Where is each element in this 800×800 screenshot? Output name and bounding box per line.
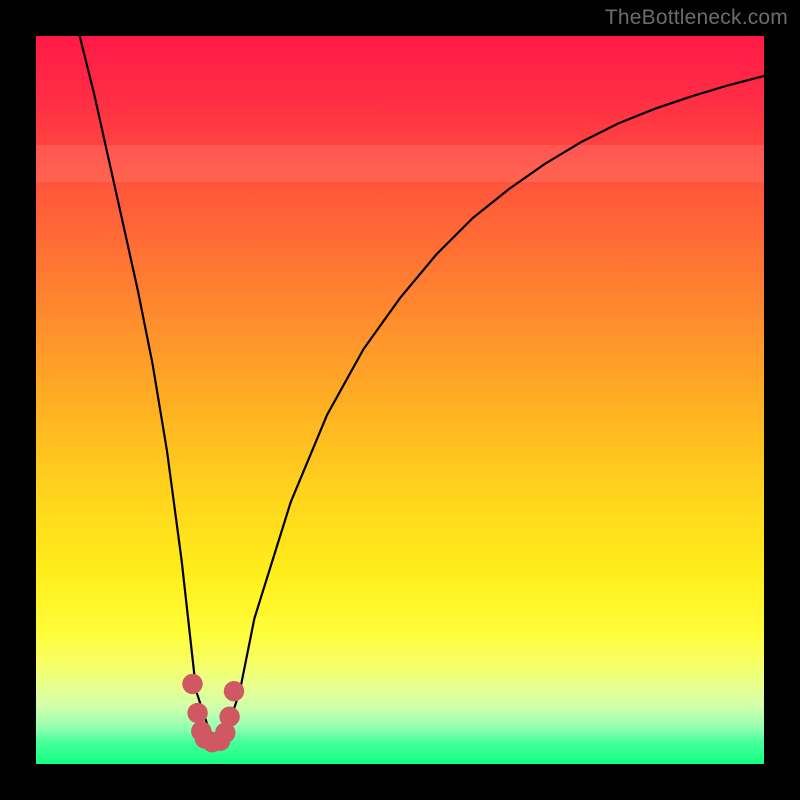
plot-area (36, 36, 764, 764)
curve-marker (191, 721, 211, 741)
curve-marker (219, 707, 239, 727)
curve-marker (210, 731, 230, 751)
curve-marker (195, 728, 215, 748)
highlight-band (36, 145, 764, 181)
marker-group (182, 674, 244, 753)
bottleneck-curve (80, 36, 764, 735)
curve-marker (215, 723, 235, 743)
curve-marker (224, 681, 244, 701)
curve-marker (202, 732, 222, 752)
curve-marker (187, 703, 207, 723)
watermark-text: TheBottleneck.com (605, 6, 788, 30)
chart-frame: TheBottleneck.com (0, 0, 800, 800)
curve-marker (182, 674, 202, 694)
